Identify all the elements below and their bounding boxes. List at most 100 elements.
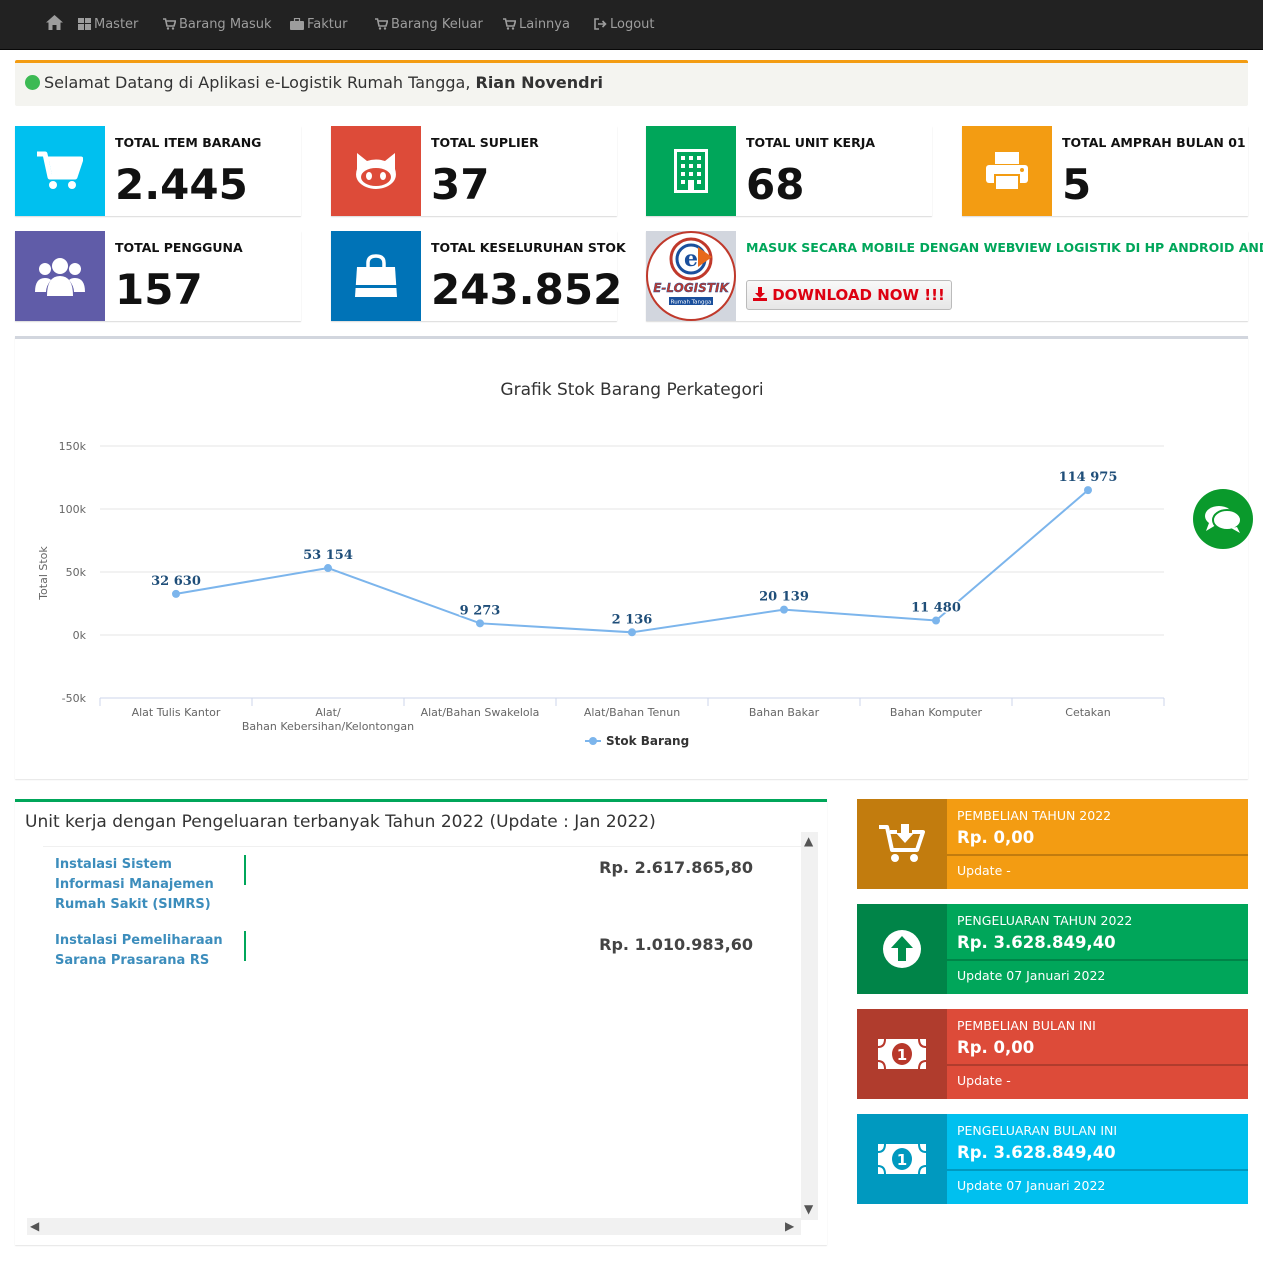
data-label: 11 480 — [911, 601, 961, 616]
legend-marker — [589, 737, 597, 745]
download-now-button[interactable]: DOWNLOAD NOW !!! — [746, 280, 952, 310]
x-tick-label: Alat Tulis Kantor — [132, 706, 221, 719]
comments-icon — [1205, 506, 1242, 533]
vertical-scrollbar[interactable]: ▲ ▼ — [801, 832, 818, 1220]
stat-title: PENGELUARAN TAHUN 2022 — [957, 913, 1133, 928]
divider — [947, 1064, 1248, 1066]
data-point[interactable] — [476, 619, 484, 628]
welcome-user: Rian Novendri — [475, 73, 603, 92]
home-icon[interactable] — [46, 0, 66, 50]
info-box-total-stok: TOTAL KESELURUHAN STOK 243.852 — [331, 231, 626, 321]
info-label: TOTAL PENGGUNA — [115, 240, 243, 255]
scroll-right-arrow-icon[interactable]: ▶ — [785, 1219, 794, 1233]
chart-legend[interactable]: Stok Barang — [585, 734, 689, 748]
x-tick-label: Bahan Bakar — [749, 706, 820, 719]
nav-barang-keluar-label: Barang Keluar — [391, 17, 483, 32]
unit-name-link[interactable]: Instalasi Pemeliharaan Sarana Prasarana … — [55, 931, 230, 971]
welcome-text: Selamat Datang di Aplikasi e-Logistik Ru… — [44, 73, 471, 92]
unit-kerja-scroll-area[interactable]: Instalasi Sistem Informasi Manajemen Rum… — [27, 835, 817, 1235]
info-value: 37 — [431, 160, 490, 209]
nav-faktur-label: Faktur — [307, 17, 348, 32]
stat-value: Rp. 3.628.849,40 — [957, 1143, 1116, 1162]
divider — [43, 846, 803, 847]
data-point[interactable] — [172, 589, 180, 598]
stat-title: PENGELUARAN BULAN INI — [957, 1123, 1118, 1138]
download-icon — [753, 287, 767, 301]
nav-barang-masuk[interactable]: Barang Masuk — [163, 0, 272, 50]
nav-logout[interactable]: Logout — [594, 0, 655, 50]
x-tick-label: Alat/Bahan Kebersihan/Kelontongan — [242, 706, 414, 733]
info-label: TOTAL AMPRAH BULAN 01 — [1062, 135, 1246, 150]
x-tick-label: Alat/Bahan Tenun — [584, 706, 680, 719]
unit-value: Rp. 2.617.865,80 — [599, 858, 753, 877]
users-icon — [15, 231, 105, 321]
info-label: TOTAL SUPLIER — [431, 135, 539, 150]
data-point[interactable] — [324, 564, 332, 573]
data-point[interactable] — [1084, 486, 1092, 495]
info-box-total-suplier: TOTAL SUPLIER 37 — [331, 126, 617, 216]
y-tick-label: -50k — [62, 692, 87, 705]
building-icon — [646, 126, 736, 216]
data-label: 20 139 — [759, 590, 809, 605]
stat-title: PEMBELIAN TAHUN 2022 — [957, 808, 1112, 823]
info-box-total-unit-kerja: TOTAL UNIT KERJA 68 — [646, 126, 932, 216]
data-point[interactable] — [628, 628, 636, 637]
nav-master-label: Master — [94, 17, 139, 32]
logo-text: E-LOGISTIK — [653, 281, 730, 295]
stock-chart: Grafik Stok Barang Perkategori -50k 0k 50k… — [37, 380, 1165, 748]
github-icon — [331, 126, 421, 216]
x-tick-label: Alat/Bahan Swakelola — [421, 706, 540, 719]
money-icon: 1 — [857, 1114, 947, 1204]
logout-icon — [594, 18, 607, 30]
stat-box-pengeluaran-bulan: 1 PENGELUARAN BULAN INI Rp. 3.628.849,40… — [857, 1114, 1248, 1204]
stat-update: Update 07 Januari 2022 — [957, 968, 1106, 983]
mobile-message: MASUK SECARA MOBILE DENGAN WEBVIEW LOGIS… — [746, 240, 1263, 255]
briefcase-icon — [290, 17, 304, 30]
stat-update: Update - — [957, 1073, 1011, 1088]
data-label: 53 154 — [303, 548, 353, 563]
info-label: TOTAL ITEM BARANG — [115, 135, 262, 150]
nav-master[interactable]: Master — [78, 0, 138, 50]
stat-value: Rp. 3.628.849,40 — [957, 933, 1116, 952]
scroll-down-arrow-icon[interactable]: ▼ — [804, 1202, 813, 1216]
money-icon: 1 — [857, 1009, 947, 1099]
divider — [947, 959, 1248, 961]
legend-label: Stok Barang — [606, 734, 689, 748]
online-status-icon — [25, 75, 40, 90]
chart-y-axis-label: Total Stok — [37, 546, 50, 601]
info-value: 68 — [746, 160, 805, 209]
stat-update: Update - — [957, 863, 1011, 878]
nav-lainnya[interactable]: Lainnya — [503, 0, 570, 50]
download-now-label: DOWNLOAD NOW !!! — [772, 286, 945, 304]
unit-kerja-panel: Unit kerja dengan Pengeluaran terbanyak … — [15, 799, 827, 1245]
data-label: 32 630 — [151, 574, 201, 589]
shopping-bag-icon — [331, 231, 421, 321]
nav-barang-keluar[interactable]: Barang Keluar — [375, 0, 483, 50]
cart-icon — [15, 126, 105, 216]
stat-value: Rp. 0,00 — [957, 828, 1035, 847]
horizontal-scrollbar[interactable]: ◀ ▶ — [27, 1218, 801, 1235]
info-value: 2.445 — [115, 160, 248, 209]
svg-text:1: 1 — [897, 1046, 907, 1064]
scroll-left-arrow-icon[interactable]: ◀ — [30, 1219, 39, 1233]
scroll-up-arrow-icon[interactable]: ▲ — [804, 834, 813, 848]
info-label: TOTAL UNIT KERJA — [746, 135, 876, 150]
data-label: 2 136 — [612, 612, 653, 627]
divider — [947, 854, 1248, 856]
data-point[interactable] — [780, 605, 788, 614]
e-logistik-logo: e E-LOGISTIK Rumah Tangga — [646, 231, 736, 321]
unit-name-link[interactable]: Instalasi Sistem Informasi Manajemen Rum… — [55, 855, 230, 915]
arrow-up-circle-icon — [857, 904, 947, 994]
unit-kerja-title: Unit kerja dengan Pengeluaran terbanyak … — [25, 812, 656, 832]
nav-barang-masuk-label: Barang Masuk — [179, 17, 272, 32]
logo-sub: Rumah Tangga — [671, 300, 712, 306]
data-point[interactable] — [932, 616, 940, 625]
cart-download-icon — [857, 799, 947, 889]
unit-value: Rp. 1.010.983,60 — [599, 935, 753, 954]
nav-faktur[interactable]: Faktur — [290, 0, 347, 50]
th-large-icon — [78, 18, 91, 30]
x-tick-label: Bahan Komputer — [890, 706, 983, 719]
nav-logout-label: Logout — [610, 17, 655, 32]
y-tick-label: 0k — [73, 629, 87, 642]
chat-button[interactable] — [1193, 489, 1253, 549]
